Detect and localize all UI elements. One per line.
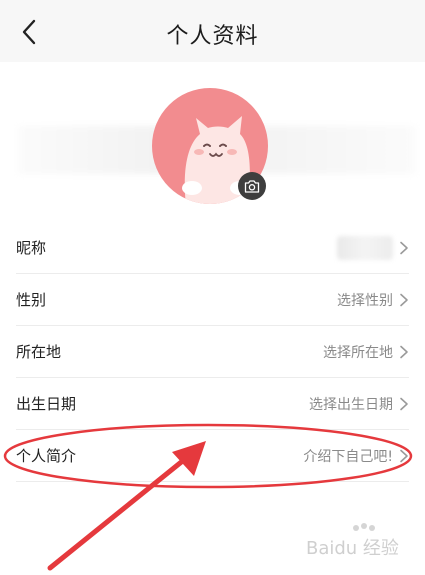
row-label: 昵称 — [16, 239, 47, 257]
camera-button[interactable] — [238, 172, 266, 200]
row-value-area: 选择出生日期 — [309, 394, 409, 414]
row-value: 选择出生日期 — [309, 396, 393, 413]
row-value-area: 介绍下自己吧! — [303, 446, 409, 466]
row-label: 出生日期 — [16, 395, 77, 413]
row-value-area: 选择所在地 — [323, 342, 409, 362]
nickname-blurred-value — [337, 235, 393, 260]
row-bio[interactable]: 个人简介 介绍下自己吧! — [16, 430, 409, 482]
row-label: 所在地 — [16, 343, 62, 361]
row-label: 个人简介 — [16, 447, 77, 465]
chevron-right-icon — [400, 345, 408, 358]
chevron-right-icon — [400, 293, 408, 306]
chevron-right-icon — [400, 241, 408, 254]
row-location[interactable]: 所在地 选择所在地 — [16, 326, 409, 378]
header-bar: 个人资料 — [0, 0, 425, 62]
baidu-watermark-logo: Baidu 经验 — [306, 523, 399, 559]
chevron-right-icon — [400, 397, 408, 410]
page-title: 个人资料 — [166, 24, 259, 49]
profile-fields-list: 昵称 性别 选择性别 所在地 选择所在地 出生日期 选择出生日期 个人简介 介绍… — [0, 222, 425, 482]
row-nickname[interactable]: 昵称 — [16, 222, 409, 274]
row-value-area — [337, 235, 409, 260]
row-label: 性别 — [16, 291, 47, 309]
row-birthdate[interactable]: 出生日期 选择出生日期 — [16, 378, 409, 430]
row-value-area: 选择性别 — [337, 290, 409, 310]
row-value: 选择所在地 — [323, 344, 393, 361]
row-value: 介绍下自己吧! — [303, 448, 393, 465]
row-gender[interactable]: 性别 选择性别 — [16, 274, 409, 326]
row-value: 选择性别 — [337, 292, 393, 309]
watermark-text: Baidu 经验 — [306, 538, 399, 559]
avatar-container[interactable] — [152, 88, 268, 204]
camera-icon — [244, 179, 260, 193]
chevron-right-icon — [400, 449, 408, 462]
